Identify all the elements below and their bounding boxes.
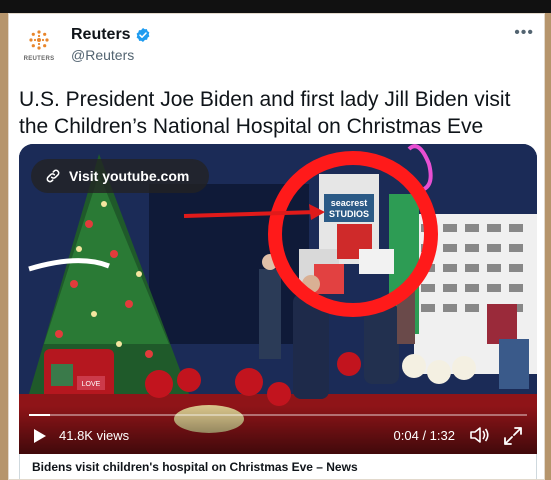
expand-icon[interactable] [503, 426, 523, 446]
play-icon[interactable] [33, 428, 47, 444]
reuters-logo-icon[interactable]: REUTERS [19, 28, 59, 68]
view-count: 41.8K views [59, 428, 130, 443]
top-black-bar [0, 0, 551, 13]
visit-youtube-label: Visit youtube.com [69, 168, 190, 184]
account-name[interactable]: Reuters [71, 26, 131, 44]
tweet-card: REUTERS Reuters @Reuters ••• U.S. Presid… [8, 13, 545, 480]
video-controls: 41.8K views 0:04 / 1:32 [19, 406, 537, 454]
logo-text: REUTERS [23, 56, 55, 62]
speaker-icon[interactable] [469, 426, 491, 444]
link-icon [46, 169, 60, 183]
visit-youtube-link[interactable]: Visit youtube.com [31, 159, 209, 193]
ornament-text: LOVE [82, 381, 101, 388]
studio-sign-line1: seacrest [331, 198, 368, 208]
account-handle[interactable]: @Reuters [71, 47, 134, 63]
progress-fill [29, 414, 51, 416]
video-player[interactable]: seacrest STUDIOS LOVE Visit youtube.com … [19, 144, 537, 454]
more-icon[interactable]: ••• [514, 24, 534, 42]
video-time: 0:04 / 1:32 [393, 428, 455, 443]
studio-sign-line2: STUDIOS [329, 209, 369, 219]
link-card-title[interactable]: Bidens visit children's hospital on Chri… [19, 454, 537, 479]
progress-bar[interactable] [29, 414, 527, 416]
tweet-text: U.S. President Joe Biden and first lady … [19, 88, 511, 138]
verified-badge-icon [136, 28, 149, 42]
tweet-header: REUTERS Reuters @Reuters ••• [9, 14, 544, 76]
